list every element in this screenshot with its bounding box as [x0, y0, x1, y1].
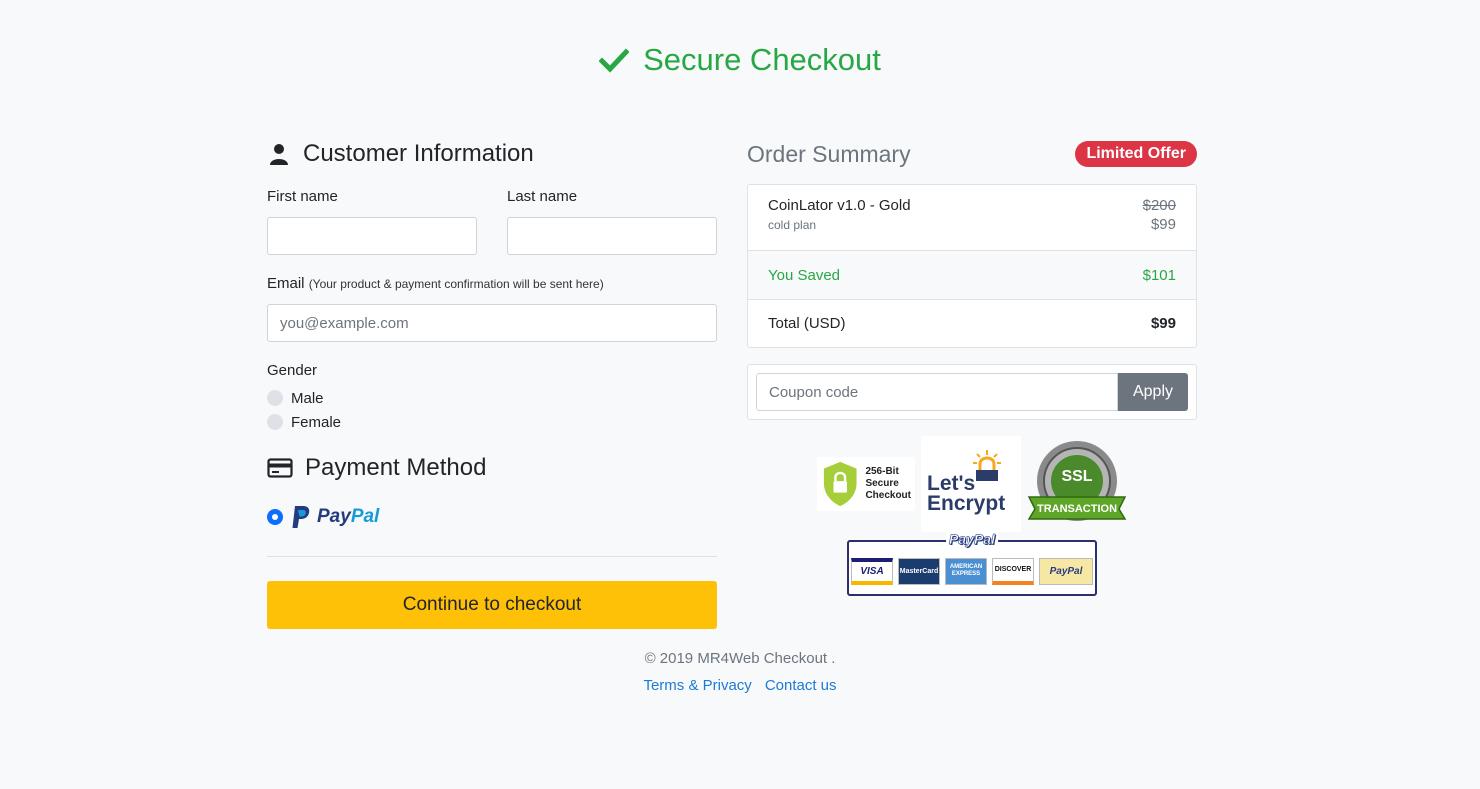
email-hint: (Your product & payment confirmation wil…: [308, 277, 604, 291]
trust-badges: 256-Bit Secure Checkout Let's Encrypt SS…: [747, 436, 1197, 596]
total-label: Total (USD): [768, 315, 846, 332]
paypal-icon: [292, 506, 310, 528]
user-icon: [270, 144, 288, 165]
gender-option-female[interactable]: Female: [267, 410, 717, 434]
continue-checkout-button[interactable]: Continue to checkout: [267, 581, 717, 629]
terms-privacy-link[interactable]: Terms & Privacy: [643, 677, 751, 694]
copyright-text: © 2019 MR4Web Checkout .: [644, 650, 836, 667]
order-column: Order Summary Limited Offer CoinLator v1…: [747, 138, 1197, 420]
old-price: $200: [1142, 197, 1176, 214]
page-header: Secure Checkout: [0, 42, 1480, 78]
page-title: Secure Checkout: [643, 42, 881, 77]
customer-column: Customer Information First name Last nam…: [267, 138, 717, 629]
coupon-input[interactable]: [756, 373, 1118, 411]
letsencrypt-badge: Let's Encrypt: [921, 436, 1021, 532]
amex-card-icon: AMERICAN EXPRESS: [945, 557, 987, 585]
credit-card-icon: [267, 458, 293, 478]
paypal-radio[interactable]: [267, 509, 283, 525]
customer-section-title: Customer Information: [267, 138, 717, 170]
total-row: Total (USD) $99: [748, 299, 1196, 347]
order-summary-list: CoinLator v1.0 - Gold cold plan $200 $99…: [747, 184, 1197, 348]
first-name-input[interactable]: [267, 217, 477, 255]
gender-label: Gender: [267, 362, 318, 379]
gender-option-male[interactable]: Male: [267, 386, 717, 410]
limited-offer-badge: Limited Offer: [1075, 141, 1197, 167]
saved-value: $101: [1142, 266, 1176, 284]
customer-section-label: Customer Information: [303, 140, 534, 167]
email-label: Email: [267, 275, 305, 292]
total-value: $99: [1150, 315, 1176, 332]
email-label-row: Email (Your product & payment confirmati…: [267, 275, 717, 293]
last-name-input[interactable]: [507, 217, 717, 255]
checkmark-icon: [599, 48, 630, 73]
accepted-cards: VISA MasterCard AMERICAN EXPRESS DISCOVE…: [847, 540, 1097, 596]
order-summary-title: Order Summary: [747, 140, 911, 167]
saved-row: You Saved $101: [748, 250, 1196, 299]
paypal-wordmark: PayPal: [317, 506, 380, 527]
contact-us-link[interactable]: Contact us: [765, 677, 837, 694]
last-name-label: Last name: [507, 188, 578, 205]
payment-section-label: Payment Method: [305, 454, 487, 481]
coupon-form: Apply: [747, 364, 1197, 420]
svg-text:TRANSACTION: TRANSACTION: [1037, 503, 1117, 515]
svg-text:SSL: SSL: [1061, 468, 1092, 485]
email-input[interactable]: [267, 304, 717, 342]
female-radio[interactable]: [267, 414, 283, 430]
new-price: $99: [1150, 216, 1176, 233]
visa-card-icon: VISA: [851, 557, 893, 585]
paypal-card-title: PayPal: [946, 531, 998, 547]
paypal-logo: PayPal: [291, 505, 379, 529]
payment-section-title: Payment Method: [267, 452, 717, 484]
paypal-option[interactable]: PayPal: [267, 504, 717, 530]
shield-lock-icon: [823, 461, 857, 507]
apply-coupon-button[interactable]: Apply: [1118, 373, 1188, 411]
footer: © 2019 MR4Web Checkout . Terms & Privacy…: [0, 650, 1480, 694]
discover-card-icon: DISCOVER: [992, 557, 1034, 585]
product-subtitle: cold plan: [768, 218, 817, 232]
divider: [267, 556, 717, 557]
product-name: CoinLator v1.0 - Gold: [768, 197, 911, 214]
first-name-label: First name: [267, 188, 338, 205]
paypal-card-icon: PayPal: [1039, 557, 1093, 585]
secure-checkout-badge: 256-Bit Secure Checkout: [817, 457, 915, 511]
mastercard-icon: MasterCard: [898, 557, 940, 585]
female-label: Female: [291, 413, 342, 431]
saved-label: You Saved: [768, 266, 841, 284]
product-row: CoinLator v1.0 - Gold cold plan $200 $99: [748, 185, 1196, 250]
ssl-transaction-seal: SSL TRANSACTION: [1027, 441, 1127, 521]
male-radio[interactable]: [267, 390, 283, 406]
male-label: Male: [291, 389, 324, 407]
